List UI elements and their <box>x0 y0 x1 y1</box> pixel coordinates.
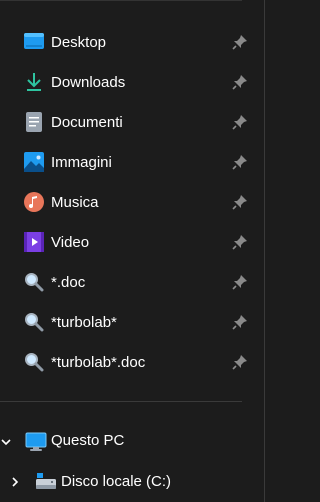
nav-item-immagini[interactable]: Immagini <box>0 142 260 182</box>
nav-item-label: Video <box>51 233 90 251</box>
chevron-down-icon[interactable] <box>0 435 12 447</box>
pin-icon[interactable] <box>232 234 248 250</box>
desktop-icon <box>24 32 44 52</box>
chevron-right-icon[interactable] <box>9 475 21 487</box>
nav-item-musica[interactable]: Musica <box>0 182 260 222</box>
tree-item-label: Disco locale (C:) <box>61 473 172 490</box>
pin-icon[interactable] <box>232 114 248 130</box>
section-divider <box>0 401 242 402</box>
quick-access-list: Desktop Downloads Documenti Immagini Mus… <box>0 22 260 382</box>
nav-item-label: Immagini <box>51 153 112 171</box>
nav-item-video[interactable]: Video <box>0 222 260 262</box>
nav-item-label: Documenti <box>51 113 123 131</box>
video-icon <box>24 232 44 252</box>
search-icon <box>24 312 44 332</box>
tree-item-label: Questo PC <box>51 432 125 449</box>
nav-item-search-doc[interactable]: *.doc <box>0 262 260 302</box>
pin-icon[interactable] <box>232 314 248 330</box>
tree-item-drive-c[interactable]: Disco locale (C:) <box>0 466 260 496</box>
nav-item-label: Musica <box>51 193 99 211</box>
search-icon <box>24 272 44 292</box>
pictures-icon <box>24 152 44 172</box>
download-icon <box>24 72 44 92</box>
nav-item-label: Downloads <box>51 73 126 91</box>
pin-icon[interactable] <box>232 34 248 50</box>
pin-icon[interactable] <box>232 274 248 290</box>
pin-icon[interactable] <box>232 154 248 170</box>
scrollbar-track[interactable] <box>264 0 265 502</box>
nav-item-label: *turbolab* <box>51 313 117 331</box>
drive-icon <box>35 471 57 491</box>
search-icon <box>24 352 44 372</box>
tree-item-this-pc[interactable]: Questo PC <box>0 426 260 456</box>
nav-item-label: *.doc <box>51 273 86 291</box>
pin-icon[interactable] <box>232 194 248 210</box>
pin-icon[interactable] <box>232 354 248 370</box>
top-divider <box>0 0 242 1</box>
pin-icon[interactable] <box>232 74 248 90</box>
nav-item-desktop[interactable]: Desktop <box>0 22 260 62</box>
nav-item-search-turbolab-doc[interactable]: *turbolab*.doc <box>0 342 260 382</box>
nav-item-documenti[interactable]: Documenti <box>0 102 260 142</box>
document-icon <box>24 112 44 132</box>
computer-icon <box>25 432 47 452</box>
nav-item-downloads[interactable]: Downloads <box>0 62 260 102</box>
nav-item-search-turbolab[interactable]: *turbolab* <box>0 302 260 342</box>
nav-item-label: Desktop <box>51 33 107 51</box>
music-icon <box>24 192 44 212</box>
nav-item-label: *turbolab*.doc <box>51 353 146 371</box>
